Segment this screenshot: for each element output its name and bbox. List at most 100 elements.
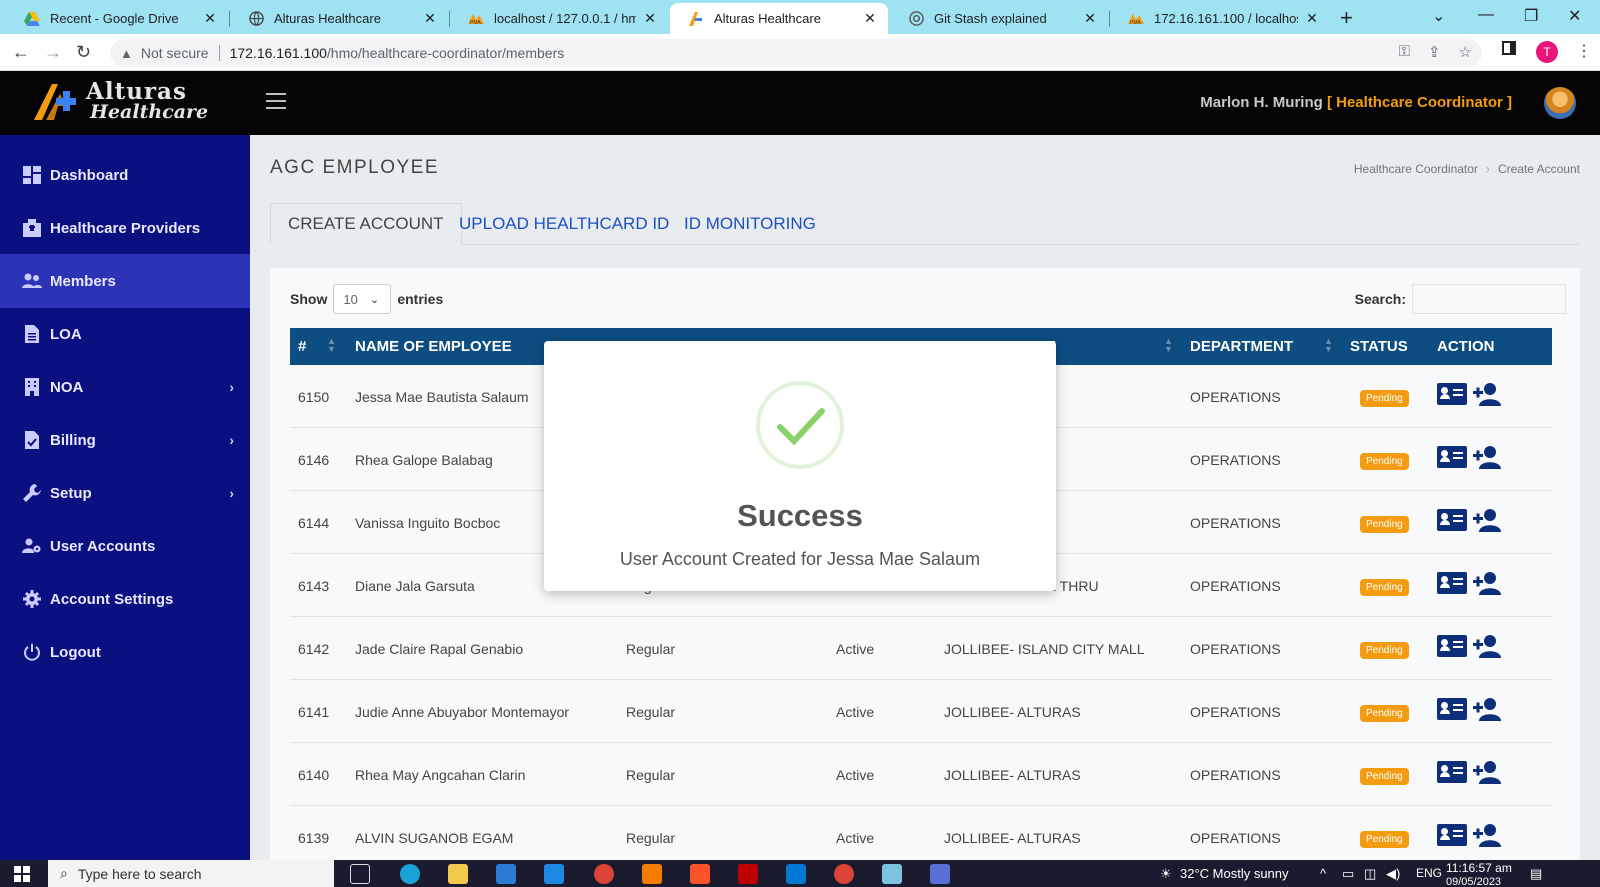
file-explorer-icon[interactable] <box>448 864 468 884</box>
row-id: 6140 <box>298 767 330 783</box>
add-user-icon[interactable] <box>1473 697 1503 721</box>
share-icon[interactable]: ⇪ <box>1428 43 1441 61</box>
mail-icon[interactable] <box>544 864 564 884</box>
network-icon[interactable]: ◫ <box>1364 866 1376 882</box>
clock-date[interactable]: 09/05/2023 <box>1446 876 1501 887</box>
clock-time[interactable]: 11:16:57 am <box>1446 861 1512 875</box>
task-view-icon[interactable] <box>350 864 370 884</box>
close-icon[interactable]: ✕ <box>862 10 878 27</box>
browser-tab[interactable]: Git Stash explained ✕ <box>890 3 1108 34</box>
window-close-icon[interactable]: ✕ <box>1568 6 1581 26</box>
side-panel-icon[interactable] <box>1502 41 1516 55</box>
tab-id-monitoring[interactable]: ID MONITORING <box>667 203 833 245</box>
id-card-icon[interactable] <box>1437 383 1467 405</box>
tab-upload-healthcard-id[interactable]: UPLOAD HEALTHCARD ID <box>442 203 686 245</box>
entries-select[interactable]: 10 ⌄ <box>333 284 392 314</box>
globe-icon <box>248 11 264 27</box>
tray-chevron-icon[interactable]: ^ <box>1320 866 1326 881</box>
minimize-icon[interactable]: — <box>1478 6 1494 24</box>
edge-icon[interactable] <box>400 864 420 884</box>
user-avatar[interactable] <box>1544 87 1576 119</box>
browser-tab[interactable]: PMA 172.16.161.100 / localhost / h ✕ <box>1110 3 1330 34</box>
add-user-icon[interactable] <box>1473 823 1503 847</box>
add-user-icon[interactable] <box>1473 508 1503 532</box>
chrome-active-icon[interactable] <box>834 864 854 884</box>
hamburger-menu-icon[interactable] <box>266 93 286 114</box>
reload-icon[interactable]: ↻ <box>76 42 91 63</box>
kebab-menu-icon[interactable]: ⋮ <box>1576 41 1592 61</box>
employee-name: Judie Anne Abuyabor Montemayor <box>355 704 570 720</box>
id-card-icon[interactable] <box>1437 446 1467 468</box>
forward-arrow-icon[interactable]: → <box>44 42 62 63</box>
sort-icon[interactable]: ▲ ▼ <box>327 337 336 354</box>
browser-tab-active[interactable]: Alturas Healthcare ✕ <box>670 3 888 34</box>
sidebar-item-account-settings[interactable]: Account Settings <box>0 572 250 626</box>
alturas-logo[interactable]: Alturas Healthcare <box>32 80 208 122</box>
id-card-icon[interactable] <box>1437 509 1467 531</box>
windows-start-icon[interactable] <box>14 866 30 887</box>
add-user-icon[interactable] <box>1473 634 1503 658</box>
browser-tab[interactable]: Recent - Google Drive ✕ <box>6 3 228 34</box>
bookmark-star-icon[interactable]: ☆ <box>1459 43 1472 61</box>
sidebar-item-healthcare-providers[interactable]: Healthcare Providers <box>0 201 250 255</box>
status-badge: Pending <box>1360 705 1409 722</box>
weather-text[interactable]: 32°C Mostly sunny <box>1180 866 1289 881</box>
add-user-icon[interactable] <box>1473 382 1503 406</box>
id-card-icon[interactable] <box>1437 698 1467 720</box>
sidebar-item-user-accounts[interactable]: User Accounts <box>0 519 250 573</box>
network-app-icon[interactable] <box>930 864 950 884</box>
xampp-icon[interactable] <box>642 864 662 884</box>
vscode-icon[interactable] <box>786 864 806 884</box>
sidebar-item-noa[interactable]: NOA › <box>0 360 250 414</box>
id-card-icon[interactable] <box>1437 635 1467 657</box>
column-header-status[interactable]: STATUS <box>1350 338 1408 355</box>
id-card-icon[interactable] <box>1437 761 1467 783</box>
sidebar-item-billing[interactable]: Billing › <box>0 413 250 467</box>
browser-tab[interactable]: Alturas Healthcare ✕ <box>230 3 448 34</box>
back-arrow-icon[interactable]: ← <box>12 42 30 63</box>
add-user-icon[interactable] <box>1473 571 1503 595</box>
close-icon[interactable]: ✕ <box>1082 10 1098 27</box>
new-tab-icon[interactable]: + <box>1340 5 1353 31</box>
sidebar-item-setup[interactable]: Setup › <box>0 466 250 520</box>
address-bar[interactable]: ▲ Not secure 172.16.161.100/hmo/healthca… <box>110 39 1482 67</box>
close-icon[interactable]: ✕ <box>642 10 658 27</box>
store-icon[interactable] <box>496 864 516 884</box>
sidebar-item-loa[interactable]: LOA <box>0 307 250 361</box>
add-user-icon[interactable] <box>1473 445 1503 469</box>
column-header-name[interactable]: NAME OF EMPLOYEE <box>355 338 512 355</box>
sidebar-item-logout[interactable]: Logout <box>0 625 250 679</box>
department: OPERATIONS <box>1190 830 1281 846</box>
breadcrumb-item[interactable]: Healthcare Coordinator <box>1354 162 1478 176</box>
key-icon[interactable]: ⚿ <box>1399 43 1410 61</box>
column-header-department[interactable]: DEPARTMENT <box>1190 338 1293 355</box>
app-icon[interactable] <box>882 864 902 884</box>
id-card-icon[interactable] <box>1437 824 1467 846</box>
sort-icon[interactable]: ▲ ▼ <box>1324 337 1333 354</box>
filezilla-icon[interactable] <box>738 864 758 884</box>
column-header-id[interactable]: # <box>298 338 306 355</box>
battery-icon[interactable]: ▭ <box>1342 866 1354 882</box>
tab-search-chevron-icon[interactable]: ⌄ <box>1432 6 1445 26</box>
restore-icon[interactable]: ❐ <box>1524 6 1538 26</box>
chrome-icon[interactable] <box>594 864 614 884</box>
close-icon[interactable]: ✕ <box>422 10 438 27</box>
id-card-icon[interactable] <box>1437 572 1467 594</box>
add-user-icon[interactable] <box>1473 760 1503 784</box>
profile-avatar[interactable]: T <box>1536 41 1558 63</box>
browser-tab[interactable]: PMA localhost / 127.0.0.1 / hmo / c ✕ <box>450 3 668 34</box>
brave-icon[interactable] <box>690 864 710 884</box>
close-icon[interactable]: ✕ <box>202 10 218 27</box>
sidebar-item-dashboard[interactable]: Dashboard <box>0 148 250 202</box>
browser-tab-label: localhost / 127.0.0.1 / hmo / c <box>494 11 636 26</box>
taskbar-search[interactable]: ⌕ Type here to search <box>48 860 334 887</box>
notifications-icon[interactable]: ▤ <box>1530 866 1542 882</box>
sidebar-item-members[interactable]: Members <box>0 254 250 308</box>
close-icon[interactable]: ✕ <box>1304 10 1320 27</box>
search-input[interactable] <box>1412 284 1566 314</box>
tab-create-account[interactable]: CREATE ACCOUNT <box>270 203 462 245</box>
phpmyadmin-icon: PMA <box>1128 11 1144 27</box>
language-indicator[interactable]: ENG <box>1416 866 1442 880</box>
sort-icon[interactable]: ▲ ▼ <box>1164 337 1173 354</box>
volume-icon[interactable]: ◀) <box>1386 866 1400 882</box>
